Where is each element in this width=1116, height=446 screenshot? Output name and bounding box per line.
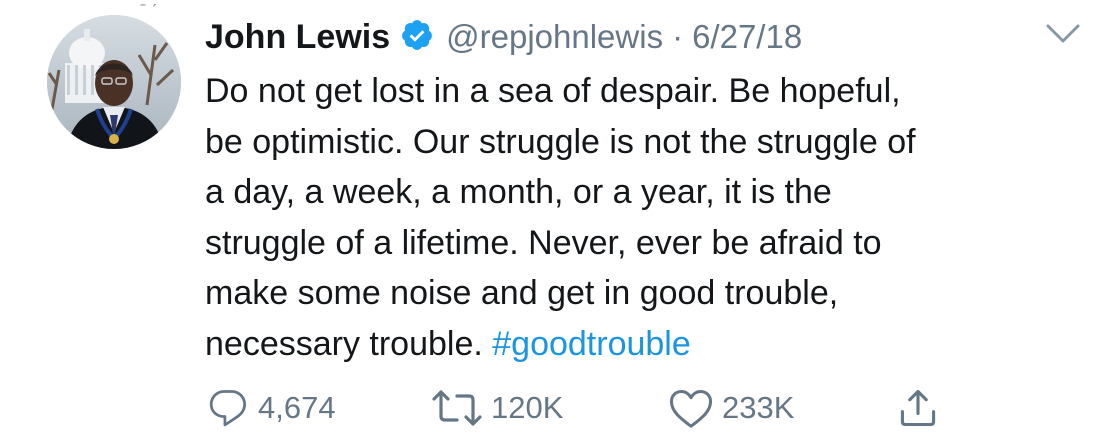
like-button[interactable]: 233K	[668, 386, 794, 430]
tweet-text-line: a day, a week, a month, or a year, it is…	[205, 173, 832, 211]
retweet-icon	[431, 386, 483, 430]
cropped-context-fragment: ˍ ˏ	[140, 0, 190, 6]
share-button[interactable]	[896, 386, 940, 430]
author-handle[interactable]: @repjohnlewis	[446, 18, 663, 56]
retweet-button[interactable]: 120K	[431, 386, 563, 430]
heart-icon	[668, 386, 714, 430]
hashtag-link[interactable]: #goodtrouble	[492, 325, 691, 363]
author-name[interactable]: John Lewis	[205, 18, 390, 57]
reply-button[interactable]: 4,674	[206, 386, 336, 430]
tweet-actions: 4,674 120K 233K	[206, 386, 966, 430]
tweet-text-line-last: necessary trouble. #goodtrouble	[205, 319, 1095, 370]
like-count: 233K	[722, 390, 795, 425]
tweet-text-segment: necessary trouble.	[205, 324, 493, 363]
tweet-header: John Lewis @repjohnlewis · 6/27/18	[205, 12, 802, 62]
tweet-body: Do not get lost in a sea of despair. Be …	[205, 66, 1095, 369]
tweet-text-line: be optimistic. Our struggle is not the s…	[205, 122, 916, 161]
verified-badge-icon	[390, 18, 446, 57]
tweet-text-line: struggle of a lifetime. Never, ever be a…	[205, 223, 882, 262]
tweet-date[interactable]: 6/27/18	[692, 18, 802, 56]
chevron-down-icon[interactable]	[1045, 22, 1081, 46]
reply-icon	[206, 386, 250, 430]
tweet-text-line: Do not get lost in a sea of despair. Be …	[205, 72, 901, 110]
avatar[interactable]	[47, 15, 181, 149]
meta-separator: ·	[672, 18, 684, 55]
retweet-count: 120K	[491, 390, 564, 425]
share-icon	[896, 386, 940, 430]
tweet-text-line: make some noise and get in good trouble,	[205, 274, 839, 312]
reply-count: 4,674	[258, 390, 336, 425]
